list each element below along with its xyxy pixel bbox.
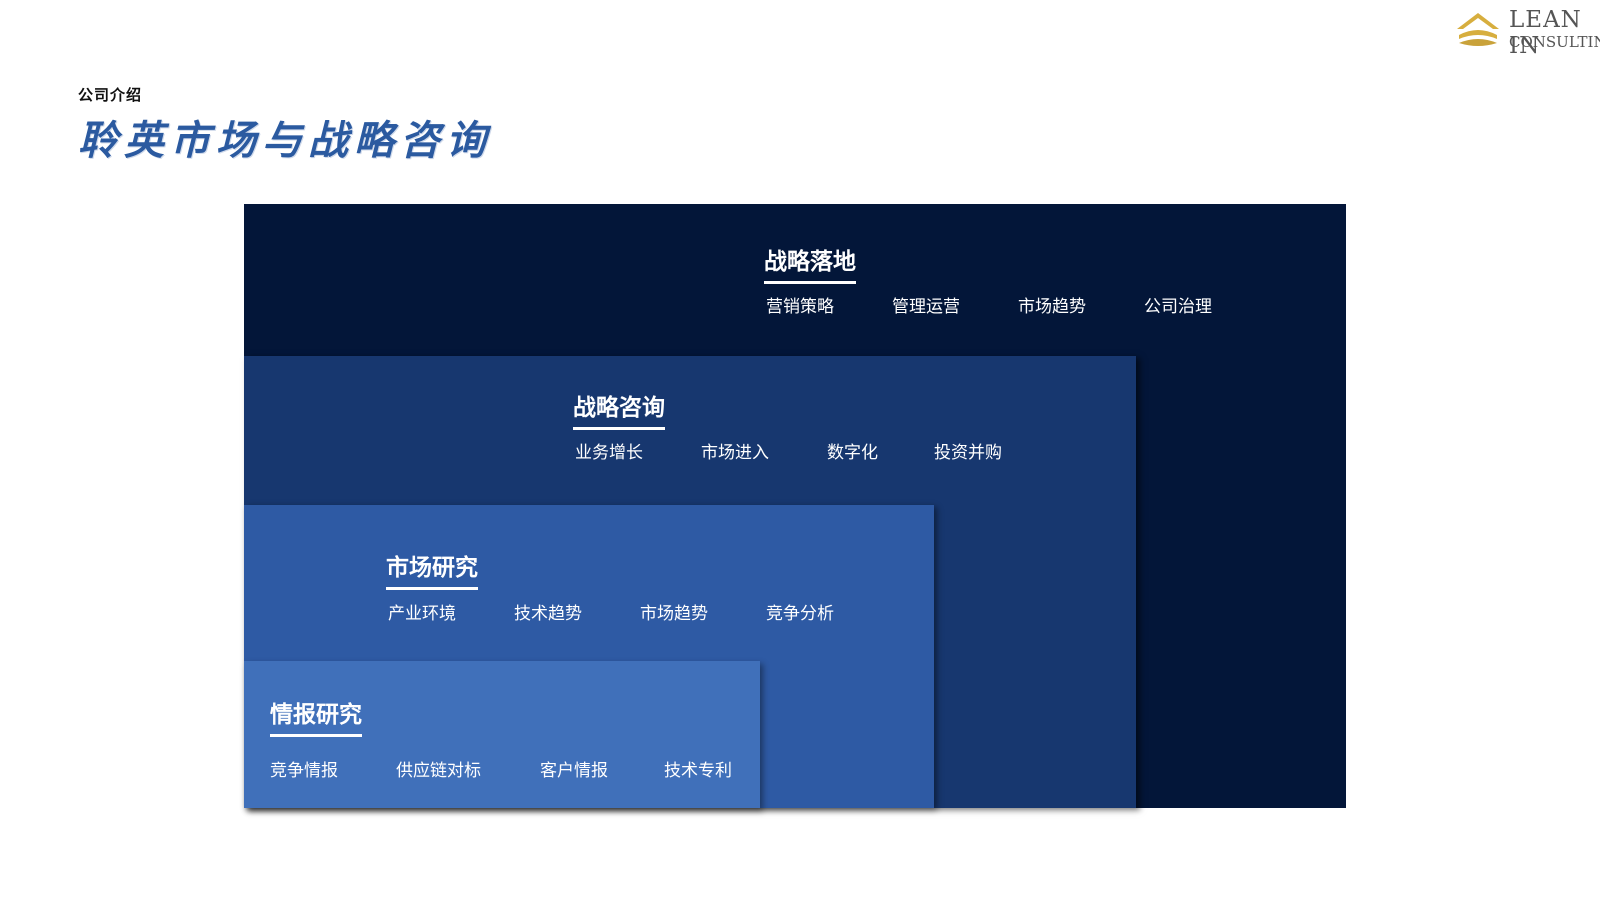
section-label: 公司介绍 [78, 86, 143, 104]
layer-item: 数字化 [827, 443, 878, 463]
layer-heading: 市场研究 [386, 548, 478, 590]
layer-item: 技术专利 [664, 761, 732, 781]
layer-item: 公司治理 [1144, 297, 1212, 317]
layer-item: 技术趋势 [514, 604, 582, 624]
layer-item: 客户情报 [540, 761, 608, 781]
layer-item: 竞争分析 [766, 604, 834, 624]
house-logo-icon [1457, 13, 1499, 46]
layer-heading: 战略落地 [764, 242, 856, 284]
logo-text-consulting: CONSULTING [1509, 33, 1600, 51]
layer-heading: 情报研究 [270, 695, 362, 737]
layer-item: 产业环境 [388, 604, 456, 624]
layer-item: 供应链对标 [396, 761, 481, 781]
layer-item: 营销策略 [766, 297, 834, 317]
layer-heading: 战略咨询 [573, 388, 665, 430]
layer-item: 管理运营 [892, 297, 960, 317]
layer-item: 竞争情报 [270, 761, 338, 781]
layer-item: 投资并购 [934, 443, 1002, 463]
layer-item: 业务增长 [575, 443, 643, 463]
layer-intelligence-research: 情报研究 竞争情报 供应链对标 客户情报 技术专利 [244, 661, 760, 808]
layer-item: 市场趋势 [640, 604, 708, 624]
layer-item: 市场进入 [701, 443, 769, 463]
layer-item: 市场趋势 [1018, 297, 1086, 317]
company-logo: LEAN IN CONSULTING [1455, 7, 1600, 59]
page-title: 聆英市场与战略咨询 [78, 117, 492, 164]
